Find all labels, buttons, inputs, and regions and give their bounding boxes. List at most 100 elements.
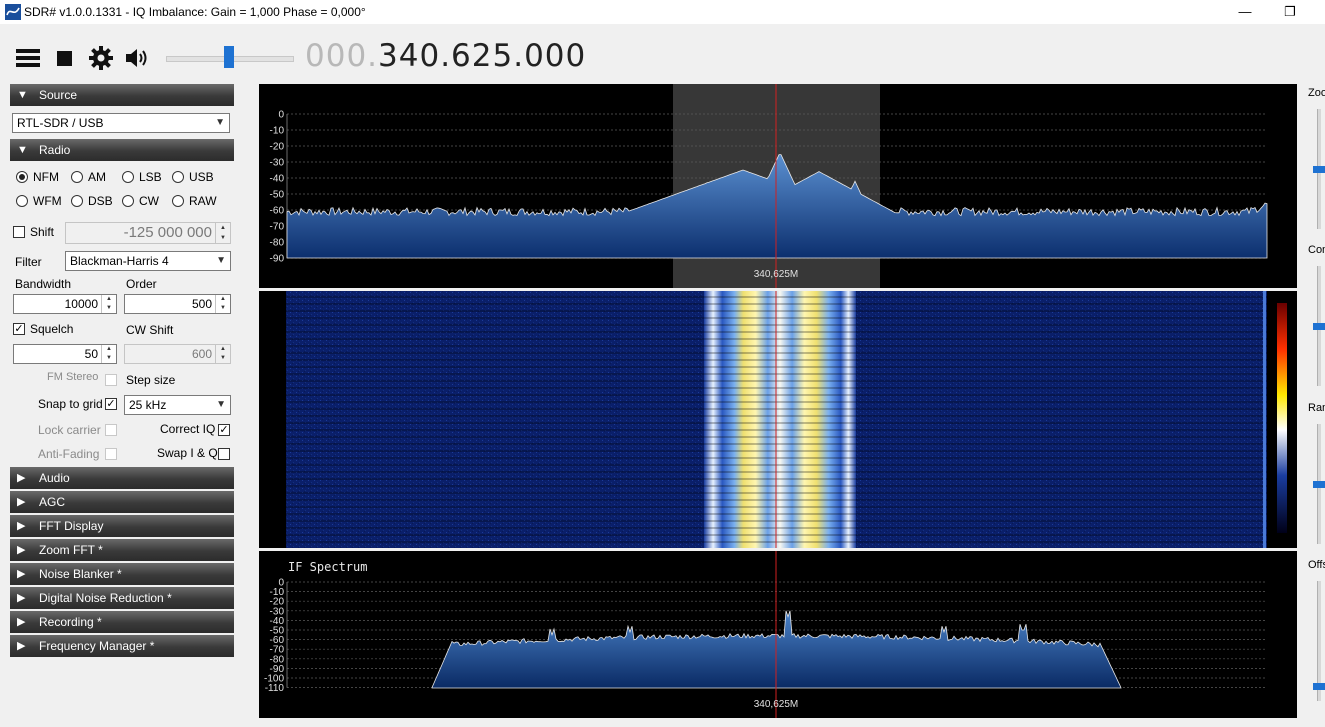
- frequency-display[interactable]: 000.340.625.000: [305, 38, 586, 74]
- vertical-slider-thumb-offs[interactable]: [1313, 682, 1325, 690]
- expand-triangle-icon: ▶: [17, 520, 26, 532]
- mode-label-wfm: WFM: [33, 194, 62, 208]
- filter-value: Blackman-Harris 4: [70, 254, 169, 268]
- db-tick-label: -20: [270, 142, 285, 153]
- squelch-checkbox[interactable]: ✓: [13, 323, 25, 335]
- correct-iq-checkbox[interactable]: ✓: [218, 424, 230, 436]
- vertical-slider-thumb-con[interactable]: [1313, 322, 1325, 330]
- db-tick-label: -60: [270, 206, 285, 217]
- mode-label-raw: RAW: [189, 194, 217, 208]
- lock-carrier-label: Lock carrier: [38, 423, 101, 437]
- panel-title-noise-blanker: Noise Blanker *: [39, 567, 122, 581]
- anti-fading-checkbox[interactable]: [105, 448, 117, 460]
- spin-arrows-icon[interactable]: ▲ ▼: [215, 223, 230, 243]
- mode-label-dsb: DSB: [88, 194, 113, 208]
- source-device-select[interactable]: RTL-SDR / USB ▼: [12, 113, 230, 133]
- panel-header-fft-display[interactable]: ▶ FFT Display: [10, 515, 234, 537]
- panel-header-digital-noise-reduction[interactable]: ▶ Digital Noise Reduction *: [10, 587, 234, 609]
- shift-frequency-value: -125 000 000: [123, 224, 212, 241]
- mode-radio-lsb[interactable]: [122, 171, 134, 183]
- cw-shift-input[interactable]: 600 ▲ ▼: [124, 344, 231, 364]
- panel-header-zoom-fft[interactable]: ▶ Zoom FFT *: [10, 539, 234, 561]
- mode-radio-wfm[interactable]: [16, 195, 28, 207]
- swap-iq-checkbox[interactable]: [218, 448, 230, 460]
- spin-arrows-icon[interactable]: ▲ ▼: [101, 345, 116, 363]
- spin-arrows-icon[interactable]: ▲ ▼: [215, 345, 230, 363]
- spin-arrows-icon[interactable]: ▲ ▼: [101, 295, 116, 313]
- vertical-slider-thumb-ran[interactable]: [1313, 480, 1325, 488]
- mode-label-nfm: NFM: [33, 170, 59, 184]
- source-panel-header[interactable]: ▼ Source: [10, 84, 234, 106]
- expand-triangle-icon: ▶: [17, 472, 26, 484]
- window-title: SDR# v1.0.0.1331 - IQ Imbalance: Gain = …: [24, 5, 366, 19]
- mode-label-usb: USB: [189, 170, 214, 184]
- panel-title-digital-noise-reduction: Digital Noise Reduction *: [39, 591, 172, 605]
- slider-label-zoo: Zoo: [1308, 87, 1325, 99]
- waterfall-edge-spur: [1263, 291, 1266, 548]
- filter-select[interactable]: Blackman-Harris 4 ▼: [65, 251, 231, 271]
- panel-header-agc[interactable]: ▶ AGC: [10, 491, 234, 513]
- order-value: 500: [191, 297, 212, 311]
- title-bar: SDR# v1.0.0.1331 - IQ Imbalance: Gain = …: [0, 0, 1325, 24]
- step-size-label: Step size: [126, 373, 176, 387]
- minimize-button[interactable]: —: [1225, 2, 1265, 22]
- correct-iq-label: Correct IQ: [160, 422, 216, 436]
- order-input[interactable]: 500 ▲ ▼: [124, 294, 231, 314]
- panel-title-frequency-manager: Frequency Manager *: [39, 639, 155, 653]
- mode-label-cw: CW: [139, 194, 159, 208]
- panel-header-audio[interactable]: ▶ Audio: [10, 467, 234, 489]
- db-tick-label: -110: [265, 683, 285, 694]
- panel-title-zoom-fft: Zoom FFT *: [39, 543, 103, 557]
- if-spectrum-display[interactable]: IF Spectrum 0-10-20-30-40-50-60-70-80-90…: [259, 551, 1297, 718]
- mode-radio-nfm[interactable]: [16, 171, 28, 183]
- cw-shift-value: 600: [191, 347, 212, 361]
- expand-triangle-icon: ▶: [17, 592, 26, 604]
- mode-radio-dsb[interactable]: [71, 195, 83, 207]
- slider-label-con: Con: [1308, 244, 1325, 256]
- squelch-value: 50: [84, 347, 98, 361]
- mode-radio-raw[interactable]: [172, 195, 184, 207]
- db-tick-label: -30: [270, 158, 285, 169]
- audio-gain-slider-thumb[interactable]: [224, 46, 234, 68]
- lock-carrier-checkbox[interactable]: [105, 424, 117, 436]
- panel-header-recording[interactable]: ▶ Recording *: [10, 611, 234, 633]
- if-spectrum-title: IF Spectrum: [288, 560, 367, 574]
- vertical-slider-thumb-zoo[interactable]: [1313, 165, 1325, 173]
- panel-title-agc: AGC: [39, 495, 66, 509]
- menu-icon[interactable]: [14, 44, 42, 72]
- frequency-main-digits: 340.625.000: [378, 38, 587, 74]
- spectrum-center-frequency-label: 340,625M: [754, 269, 798, 280]
- slider-label-ran: Ran: [1308, 402, 1325, 414]
- shift-frequency-input[interactable]: -125 000 000 ▲ ▼: [65, 222, 231, 244]
- bandwidth-value: 10000: [64, 297, 98, 311]
- mode-radio-cw[interactable]: [122, 195, 134, 207]
- speaker-icon[interactable]: [123, 44, 151, 72]
- snap-to-grid-checkbox[interactable]: ✓: [105, 398, 117, 410]
- spectrum-analyzer[interactable]: 0 -10 -20 -30 -40 -50 -60 -70 -80 -90 340,625M: [259, 84, 1297, 288]
- shift-label: Shift: [30, 225, 55, 239]
- restore-button[interactable]: ❐: [1270, 2, 1310, 22]
- radio-panel-title: Radio: [39, 143, 71, 157]
- step-size-select[interactable]: 25 kHz ▼: [124, 395, 231, 415]
- mode-radio-usb[interactable]: [172, 171, 184, 183]
- db-tick-label: -70: [270, 222, 285, 233]
- waterfall-display[interactable]: [259, 291, 1297, 548]
- stop-icon[interactable]: [51, 44, 79, 72]
- settings-gear-icon[interactable]: [87, 44, 115, 72]
- mode-radio-am[interactable]: [71, 171, 83, 183]
- radio-panel-header[interactable]: ▼ Radio: [10, 139, 234, 161]
- chevron-down-icon: ▼: [216, 255, 226, 266]
- fm-stereo-checkbox[interactable]: [105, 374, 117, 386]
- expand-triangle-icon: ▶: [17, 568, 26, 580]
- spin-arrows-icon[interactable]: ▲ ▼: [215, 295, 230, 313]
- shift-checkbox[interactable]: [13, 226, 25, 238]
- expand-triangle-icon: ▶: [17, 640, 26, 652]
- panel-header-noise-blanker[interactable]: ▶ Noise Blanker *: [10, 563, 234, 585]
- chevron-down-icon: ▼: [216, 399, 226, 410]
- order-label: Order: [126, 277, 157, 291]
- bandwidth-input[interactable]: 10000 ▲ ▼: [13, 294, 117, 314]
- squelch-input[interactable]: 50 ▲ ▼: [13, 344, 117, 364]
- panel-title-fft-display: FFT Display: [39, 519, 104, 533]
- panel-header-frequency-manager[interactable]: ▶ Frequency Manager *: [10, 635, 234, 657]
- db-tick-label: -40: [270, 174, 285, 185]
